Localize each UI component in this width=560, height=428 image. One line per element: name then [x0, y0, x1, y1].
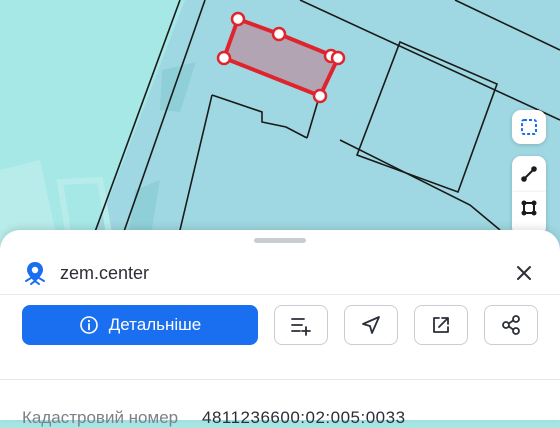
close-button[interactable]: [510, 259, 538, 287]
sheet-drag-handle[interactable]: [254, 238, 306, 243]
cadastral-label: Кадастровий номер: [22, 408, 179, 427]
location-pin-icon: [22, 260, 48, 286]
details-button-label: Детальніше: [108, 315, 202, 334]
close-icon: [517, 266, 531, 280]
site-header: zem.center: [22, 258, 538, 288]
share-button[interactable]: [484, 305, 538, 345]
divider: [0, 294, 560, 295]
share-icon: [502, 315, 520, 335]
external-link-icon: [433, 317, 449, 333]
parcel-vertex-handle[interactable]: [312, 88, 328, 104]
divider: [0, 379, 560, 380]
navigation-arrow-icon: [362, 316, 380, 334]
list-add-icon: [291, 318, 311, 336]
info-icon: [79, 315, 99, 335]
measure-line-tool-button[interactable]: [512, 156, 546, 192]
details-button[interactable]: Детальніше: [22, 305, 258, 345]
action-bar: Детальніше: [22, 305, 542, 345]
line-segment-icon: [521, 166, 537, 182]
site-name: zem.center: [60, 262, 150, 283]
dashed-square-icon: [521, 119, 537, 135]
bottom-sheet: zem.center Детальніше Кадастровий номер …: [0, 230, 560, 427]
navigate-button[interactable]: [344, 305, 398, 345]
cadastral-row: Кадастровий номер 4811236600:02:005:0033: [22, 408, 542, 428]
add-to-list-button[interactable]: [274, 305, 328, 345]
open-external-button[interactable]: [414, 305, 468, 345]
cadastral-number[interactable]: 4811236600:02:005:0033: [202, 408, 406, 428]
polygon-icon: [521, 200, 537, 216]
parcel-vertex-handle[interactable]: [230, 11, 246, 27]
parcel-vertex-handle[interactable]: [330, 50, 346, 66]
parcel-vertex-handle[interactable]: [216, 50, 232, 66]
select-area-tool-button[interactable]: [512, 110, 546, 144]
parcel-vertex-handle[interactable]: [271, 26, 287, 42]
